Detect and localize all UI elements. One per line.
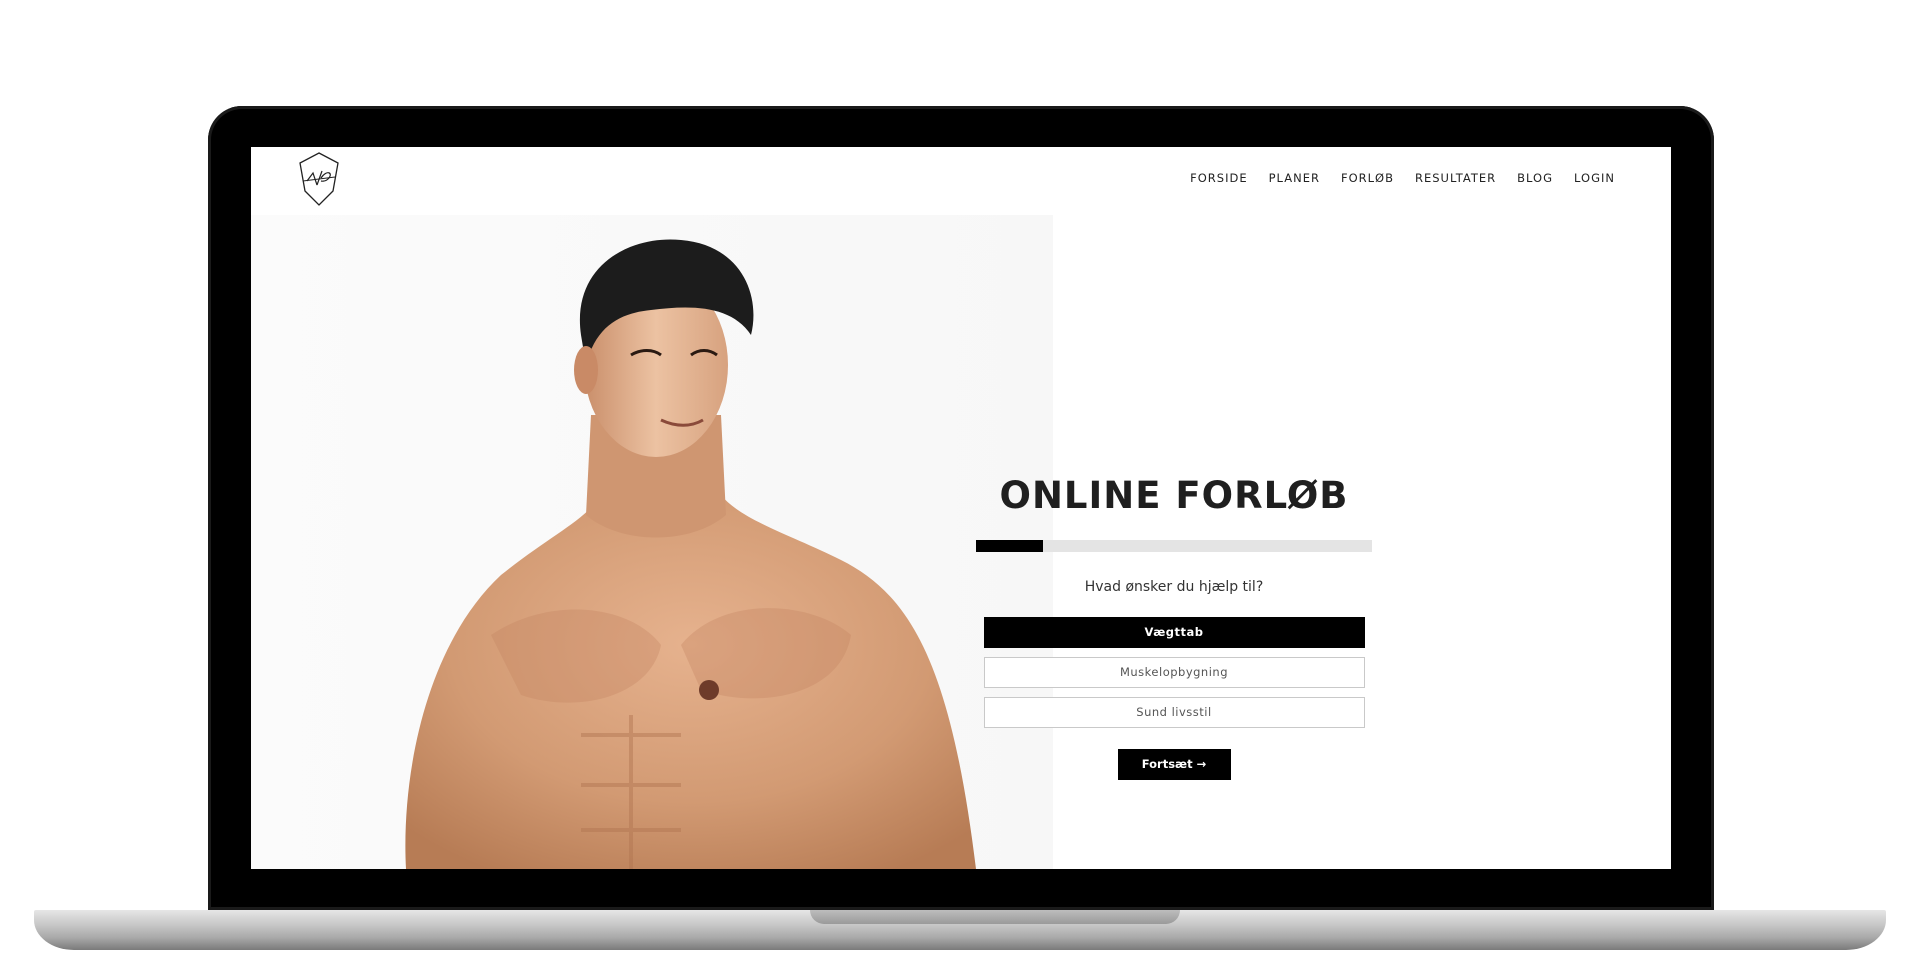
shirtless-man-photo xyxy=(405,239,976,869)
nav-planer[interactable]: PLANER xyxy=(1269,171,1320,185)
nav-forloeb[interactable]: FORLØB xyxy=(1341,171,1394,185)
form-question: Hvad ønsker du hjælp til? xyxy=(1084,579,1264,595)
laptop-base xyxy=(34,910,1886,950)
option-muscle-building-button[interactable]: Muskelopbygning xyxy=(983,657,1365,688)
site-header: FORSIDE PLANER FORLØB RESULTATER BLOG LO… xyxy=(251,147,1671,215)
progress-bar xyxy=(976,540,1372,552)
laptop-screen: FORSIDE PLANER FORLØB RESULTATER BLOG LO… xyxy=(251,147,1671,869)
laptop-notch xyxy=(810,910,1180,924)
hero-image xyxy=(251,215,1053,869)
nav-blog[interactable]: BLOG xyxy=(1517,171,1553,185)
option-healthy-lifestyle-button[interactable]: Sund livsstil xyxy=(983,697,1365,728)
vp-shield-logo-icon[interactable] xyxy=(297,151,341,207)
page-title: ONLINE FORLØB xyxy=(999,474,1349,517)
course-form: ONLINE FORLØB Hvad ønsker du hjælp til? … xyxy=(976,477,1372,780)
main-nav: FORSIDE PLANER FORLØB RESULTATER BLOG LO… xyxy=(1190,171,1615,185)
progress-fill xyxy=(976,540,1044,552)
laptop-mockup: FORSIDE PLANER FORLØB RESULTATER BLOG LO… xyxy=(0,0,1920,954)
option-weight-loss-button[interactable]: Vægttab xyxy=(983,617,1365,648)
continue-button[interactable]: Fortsæt → xyxy=(1117,749,1231,780)
nav-resultater[interactable]: RESULTATER xyxy=(1415,171,1496,185)
nav-forside[interactable]: FORSIDE xyxy=(1190,171,1247,185)
nav-login[interactable]: LOGIN xyxy=(1574,171,1615,185)
